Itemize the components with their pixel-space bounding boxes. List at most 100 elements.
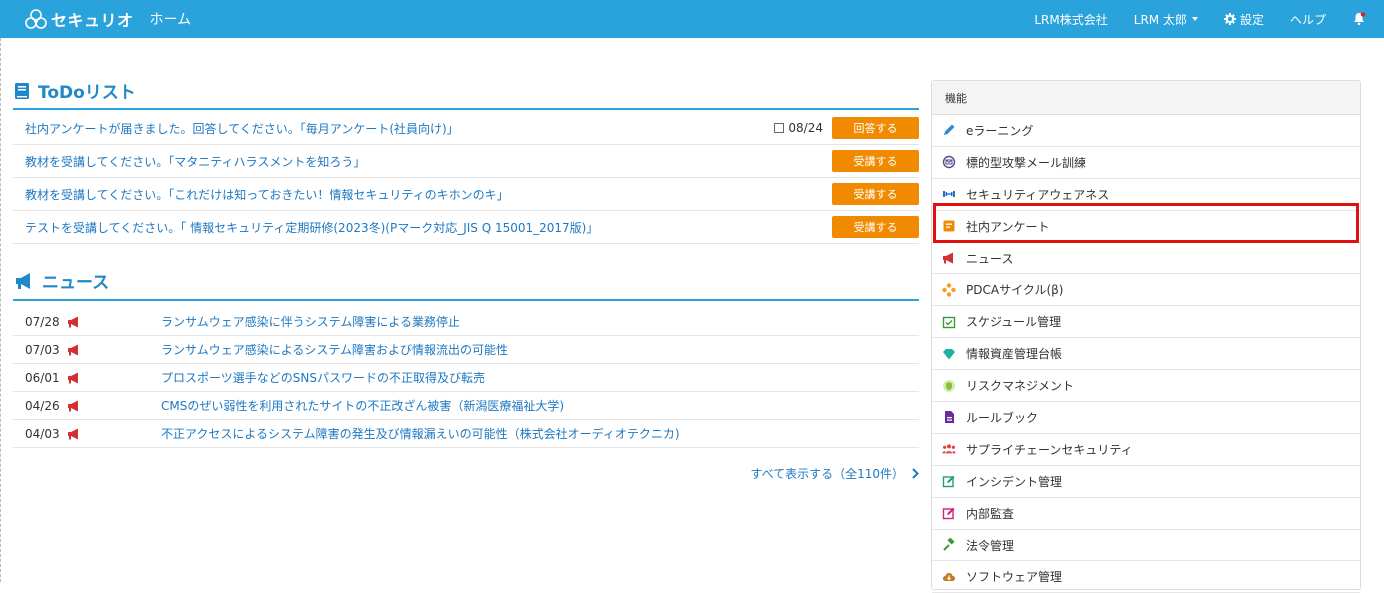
panel-item-supply-chain[interactable]: サプライチェーンセキュリティ	[932, 434, 1360, 466]
show-all-label: すべて表示する（全110件）	[750, 467, 904, 481]
user-menu[interactable]: LRM 太郎	[1134, 11, 1198, 28]
panel-header: 機能	[932, 81, 1360, 115]
news-date: 07/28	[25, 314, 60, 329]
brand-logo-link[interactable]: セキュリオ	[24, 7, 134, 31]
calendar-check-icon	[942, 315, 956, 329]
top-bar: セキュリオ ホーム LRM株式会社 LRM 太郎 設定 ヘルプ	[0, 0, 1384, 38]
panel-item-label: インシデント管理	[966, 474, 1063, 489]
notification-bell[interactable]	[1352, 12, 1366, 26]
shield-icon	[942, 379, 956, 393]
todo-title: ToDoリスト	[38, 83, 136, 103]
panel-item-rulebook[interactable]: ルールブック	[932, 402, 1360, 434]
panel-item-label: eラーニング	[966, 123, 1034, 138]
help-link[interactable]: ヘルプ	[1290, 11, 1326, 28]
calendar-icon	[774, 123, 785, 133]
panel-item-label: セキュリティアウェアネス	[966, 187, 1110, 202]
megaphone-icon	[14, 272, 34, 290]
panel-item-internal-audit[interactable]: 内部監査	[932, 498, 1360, 530]
edit-icon	[942, 474, 956, 488]
left-edge-divider	[0, 38, 1, 582]
todo-item: 教材を受講してください。「マタニティハラスメントを知ろう」 受講する	[13, 145, 919, 178]
news-date: 06/01	[25, 370, 60, 385]
megaphone-icon	[67, 400, 81, 412]
news-item: 04/26 CMSのぜい弱性を利用されたサイトの不正改ざん被害（新潟医療福祉大学…	[13, 392, 919, 420]
megaphone-icon	[67, 372, 81, 384]
chevron-right-icon	[912, 468, 919, 479]
todo-item-link[interactable]: 教材を受講してください。「マタニティハラスメントを知ろう」	[25, 153, 365, 170]
survey-icon	[942, 219, 956, 233]
user-name: LRM 太郎	[1133, 12, 1187, 27]
function-panel: 機能 eラーニング 標的型攻撃メール訓練 セキュリティアウェアネス 社内アンケー…	[931, 80, 1361, 593]
panel-item-legal[interactable]: 法令管理	[932, 530, 1360, 562]
news-item-link[interactable]: CMSのぜい弱性を利用されたサイトの不正改ざん被害（新潟医療福祉大学)	[161, 397, 564, 414]
brand-name: セキュリオ	[51, 11, 134, 30]
news-item: 04/03 不正アクセスによるシステム障害の発生及び情報漏えいの可能性（株式会社…	[13, 420, 919, 448]
news-item-link[interactable]: ランサムウェア感染に伴うシステム障害による業務停止	[161, 313, 460, 330]
news-item: 06/01 プロスポーツ選手などのSNSパスワードの不正取得及び転売	[13, 364, 919, 392]
panel-item-risk-management[interactable]: リスクマネジメント	[932, 370, 1360, 403]
gavel-icon	[942, 538, 956, 552]
bell-icon	[1354, 12, 1366, 26]
panel-item-label: 標的型攻撃メール訓練	[966, 155, 1087, 170]
news-item: 07/28 ランサムウェア感染に伴うシステム障害による業務停止	[13, 308, 919, 336]
news-title-rule	[13, 299, 919, 301]
panel-item-incident[interactable]: インシデント管理	[932, 466, 1360, 498]
news-title: ニュース	[42, 273, 110, 293]
panel-item-security-awareness[interactable]: セキュリティアウェアネス	[932, 179, 1360, 211]
group-icon	[942, 442, 956, 456]
caret-down-icon	[1191, 17, 1198, 21]
news-item-link[interactable]: プロスポーツ選手などのSNSパスワードの不正取得及び転売	[161, 369, 485, 386]
book-icon	[14, 82, 30, 100]
take-course-button[interactable]: 受講する	[832, 183, 919, 205]
settings-label: 設定	[1239, 12, 1264, 27]
news-date: 04/26	[25, 398, 60, 413]
todo-item: テストを受講してください。「 情報セキュリティ定期研修(2023冬)(Pマーク対…	[13, 211, 919, 244]
panel-item-software[interactable]: ソフトウェア管理	[932, 561, 1360, 593]
panel-item-label: ルールブック	[966, 410, 1039, 425]
panel-item-label: ソフトウェア管理	[966, 570, 1063, 585]
panel-item-label: 法令管理	[966, 538, 1015, 553]
gear-icon	[1223, 13, 1236, 25]
panel-item-label: スケジュール管理	[966, 315, 1062, 330]
panel-item-schedule[interactable]: スケジュール管理	[932, 306, 1360, 339]
home-link[interactable]: ホーム	[150, 9, 192, 29]
todo-list: 社内アンケートが届きました。回答してください。「毎月アンケート(社員向け)」 0…	[13, 112, 919, 244]
panel-item-label: 社内アンケート	[966, 219, 1050, 234]
megaphone-icon	[67, 428, 81, 440]
todo-due-date: 08/24	[774, 121, 823, 135]
todo-item: 社内アンケートが届きました。回答してください。「毎月アンケート(社員向け)」 0…	[13, 112, 919, 145]
panel-item-pdca[interactable]: PDCAサイクル(β)	[932, 274, 1360, 307]
todo-item-link[interactable]: 社内アンケートが届きました。回答してください。「毎月アンケート(社員向け)」	[25, 120, 459, 137]
document-icon	[942, 410, 956, 424]
panel-item-label: サプライチェーンセキュリティ	[966, 442, 1133, 457]
diamond-icon	[942, 347, 956, 361]
news-list: 07/28 ランサムウェア感染に伴うシステム障害による業務停止 07/03 ラン…	[13, 308, 919, 448]
panel-item-news[interactable]: ニュース	[932, 243, 1360, 275]
megaphone-icon	[942, 251, 956, 265]
panel-item-label: 内部監査	[966, 506, 1015, 521]
answer-button[interactable]: 回答する	[832, 117, 919, 139]
take-course-button[interactable]: 受講する	[832, 150, 919, 172]
news-item: 07/03 ランサムウェア感染によるシステム障害および情報流出の可能性	[13, 336, 919, 364]
news-item-link[interactable]: ランサムウェア感染によるシステム障害および情報流出の可能性	[161, 341, 508, 358]
panel-item-elearning[interactable]: eラーニング	[932, 115, 1360, 147]
panel-item-label: ニュース	[966, 251, 1014, 266]
news-item-link[interactable]: 不正アクセスによるシステム障害の発生及び情報漏えいの可能性（株式会社オーディオテ…	[161, 425, 680, 442]
todo-section-title: ToDoリスト	[14, 78, 136, 103]
news-date: 04/03	[25, 426, 60, 441]
todo-item-link[interactable]: テストを受講してください。「 情報セキュリティ定期研修(2023冬)(Pマーク対…	[25, 219, 598, 236]
panel-item-asset-register[interactable]: 情報資産管理台帳	[932, 338, 1360, 371]
panel-item-survey[interactable]: 社内アンケート	[932, 211, 1360, 243]
audit-edit-icon	[942, 506, 956, 520]
news-section-title: ニュース	[14, 268, 109, 293]
todo-date-text: 08/24	[788, 121, 823, 135]
company-name: LRM株式会社	[1034, 12, 1108, 27]
todo-item: 教材を受講してください。「これだけは知っておきたい！情報セキュリティのキホンのキ…	[13, 178, 919, 211]
todo-item-link[interactable]: 教材を受講してください。「これだけは知っておきたい！情報セキュリティのキホンのキ…	[25, 186, 509, 203]
take-course-button[interactable]: 受講する	[832, 216, 919, 238]
show-all-news-link[interactable]: すべて表示する（全110件）	[750, 465, 919, 482]
panel-item-phishing-training[interactable]: 標的型攻撃メール訓練	[932, 147, 1360, 179]
settings-link[interactable]: 設定	[1223, 11, 1264, 28]
megaphone-icon	[67, 344, 81, 356]
cycle-icon	[942, 283, 956, 297]
